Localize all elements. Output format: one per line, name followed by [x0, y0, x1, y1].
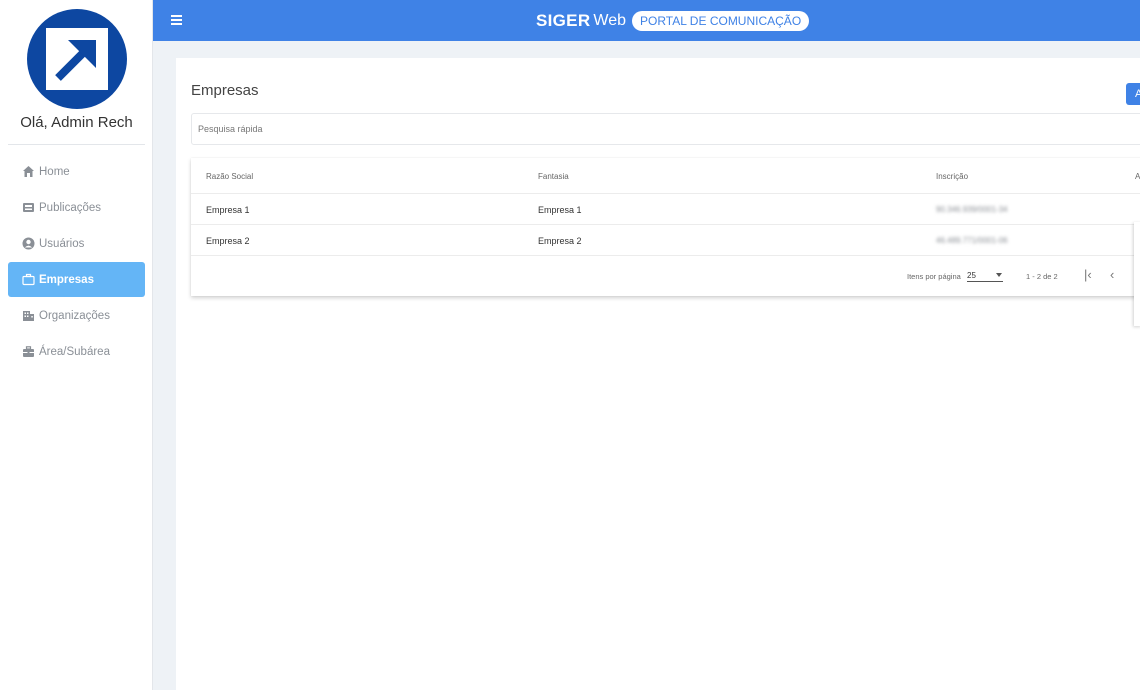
sidebar-item-organizacoes[interactable]: Organizações	[8, 298, 145, 333]
sidebar-item-publicacoes[interactable]: Publicações	[8, 190, 145, 225]
cell-inscricao: 90.346.939/0001-34	[936, 205, 1008, 214]
sidebar-item-label: Home	[39, 165, 70, 178]
paginator: Itens por página 25 1 - 2 de 2 |‹ ‹	[191, 258, 1140, 296]
column-header-razao-social[interactable]: Razão Social	[206, 172, 253, 181]
sidebar-item-home[interactable]: Home	[8, 154, 145, 189]
user-circle-icon	[22, 237, 35, 250]
previous-page-icon[interactable]: ‹	[1110, 267, 1114, 282]
home-icon	[23, 166, 34, 177]
sidebar: Olá, Admin Rech Home Publicações Usuário…	[0, 0, 153, 690]
sidebar-item-usuarios[interactable]: Usuários	[8, 226, 145, 261]
content-gutter	[153, 41, 176, 690]
user-greeting: Olá, Admin Rech	[20, 114, 133, 131]
top-bar: SIGER Web PORTAL DE COMUNICAÇÃO	[153, 0, 1140, 41]
sidebar-nav: Home Publicações Usuários Empresas Organ…	[8, 154, 145, 370]
sidebar-item-label: Usuários	[39, 237, 85, 250]
building-icon	[23, 311, 34, 321]
main-card: Empresas A Razão Social Fantasia Inscriç…	[176, 58, 1140, 690]
column-header-acoes[interactable]: A	[1135, 172, 1140, 181]
first-page-icon[interactable]: |‹	[1084, 267, 1092, 282]
page-size-value: 25	[967, 271, 976, 280]
sidebar-item-empresas[interactable]: Empresas	[8, 262, 145, 297]
sidebar-item-area-subarea[interactable]: Área/Subárea	[8, 334, 145, 369]
toolbox-icon	[23, 346, 34, 357]
brand-main: SIGER	[536, 10, 591, 30]
cell-fantasia: Empresa 1	[538, 205, 582, 215]
sidebar-item-label: Publicações	[39, 201, 102, 214]
sidebar-item-label: Empresas	[39, 273, 94, 286]
arrow-up-right-icon	[46, 28, 108, 90]
page-title: Empresas	[191, 82, 259, 99]
actions-menu-popup	[1134, 222, 1140, 326]
hamburger-menu-icon[interactable]	[171, 15, 182, 26]
items-per-page-label: Itens por página	[907, 272, 961, 281]
cell-fantasia: Empresa 2	[538, 236, 582, 246]
sidebar-item-label: Área/Subárea	[39, 345, 110, 358]
search-input[interactable]	[191, 113, 1140, 145]
add-button[interactable]: A	[1126, 83, 1140, 105]
page-size-select[interactable]: 25	[967, 271, 1003, 282]
dropdown-arrow-icon	[996, 273, 1002, 277]
sidebar-item-label: Organizações	[39, 309, 110, 322]
table-row[interactable]: Empresa 1 Empresa 1 90.346.939/0001-34	[191, 194, 1140, 225]
cell-inscricao: 46.489.771/0001-06	[936, 236, 1008, 245]
brand-tag: PORTAL DE COMUNICAÇÃO	[632, 10, 810, 31]
table-header: Razão Social Fantasia Inscrição A	[191, 158, 1140, 194]
cell-razao-social: Empresa 2	[206, 236, 250, 246]
column-header-inscricao[interactable]: Inscrição	[936, 172, 968, 181]
page-range: 1 - 2 de 2	[1026, 272, 1058, 281]
column-header-fantasia[interactable]: Fantasia	[538, 172, 569, 181]
cell-razao-social: Empresa 1	[206, 205, 250, 215]
table-row[interactable]: Empresa 2 Empresa 2 46.489.771/0001-06	[191, 225, 1140, 256]
inbox-icon	[23, 203, 34, 212]
brand-sub: Web	[593, 11, 627, 29]
briefcase-icon	[22, 273, 35, 286]
avatar	[27, 9, 127, 109]
sidebar-divider	[8, 144, 145, 145]
companies-table: Razão Social Fantasia Inscrição A Empres…	[191, 158, 1140, 296]
brand-logo: SIGER Web PORTAL DE COMUNICAÇÃO	[536, 10, 810, 31]
